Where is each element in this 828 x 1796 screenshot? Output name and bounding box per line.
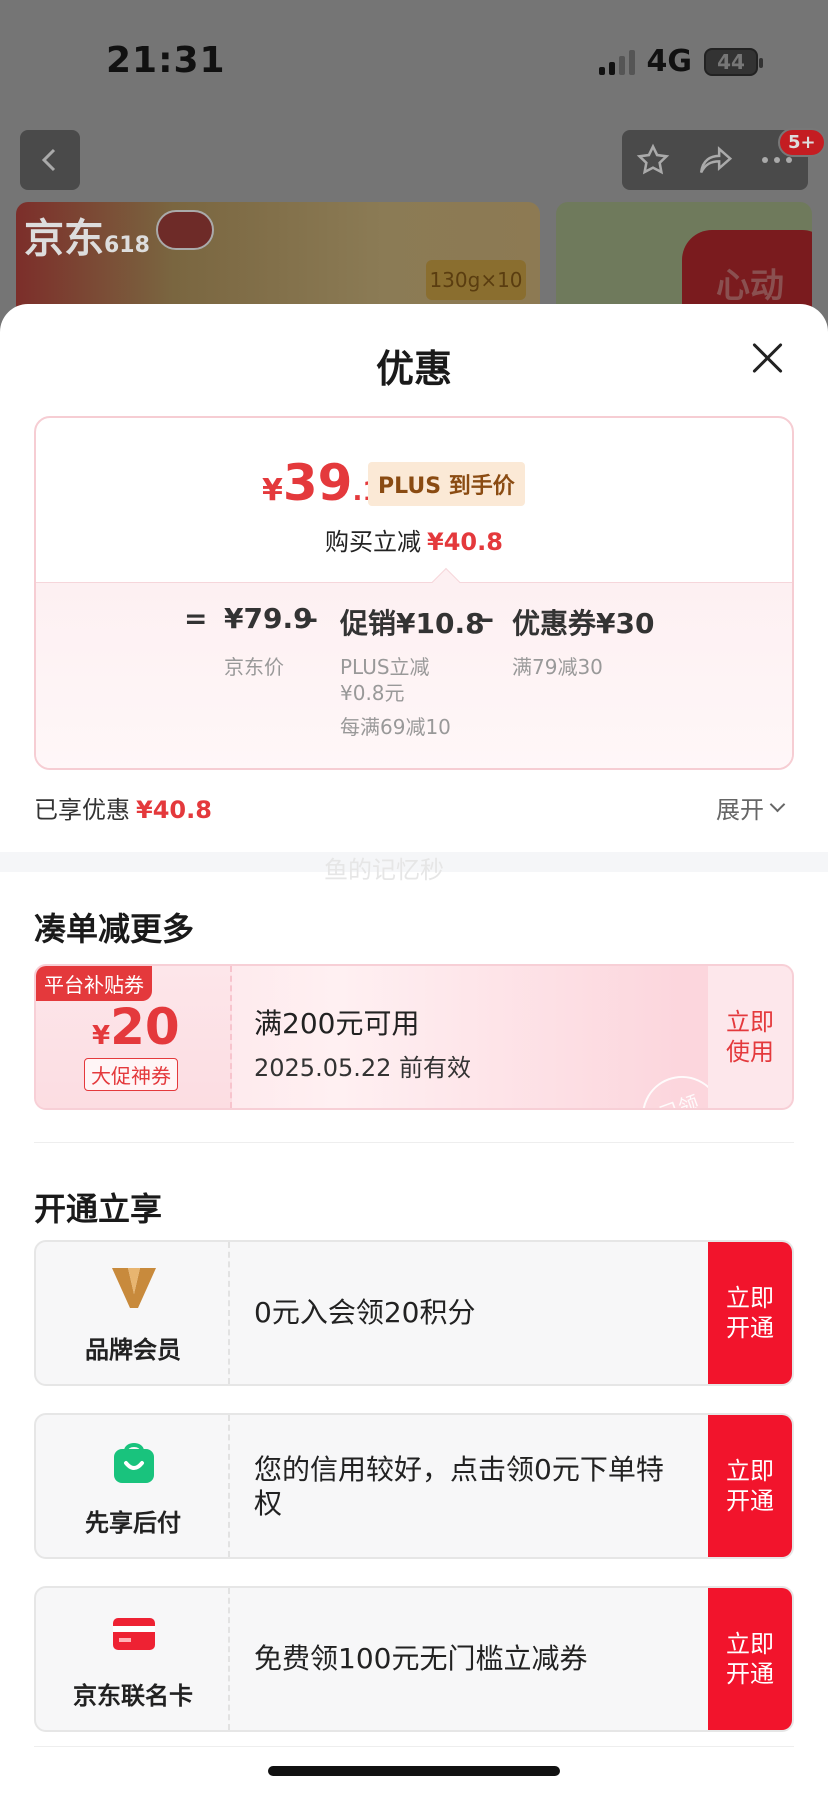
share-icon[interactable]: [697, 143, 733, 177]
package-size-label: 130g×10包: [426, 260, 526, 330]
promo-discount: 促销¥10.8: [340, 607, 485, 640]
plus-price-tag: PLUS 到手价: [368, 462, 525, 506]
divider: [34, 1746, 794, 1747]
promo-rule-detail: 每满69减10: [340, 715, 451, 739]
status-indicators: 4G 44: [598, 44, 763, 79]
chevron-left-icon: [41, 148, 56, 172]
membership-label: 品牌会员: [85, 1336, 181, 1364]
equals-sign: =: [184, 602, 208, 635]
use-coupon-button[interactable]: 立即 使用: [708, 966, 792, 1108]
instant-discount-line: 购买立减 ¥40.8: [325, 528, 503, 556]
membership-desc: 0元入会领20积分: [254, 1296, 476, 1329]
brand-v-icon: [112, 1268, 156, 1308]
jd-price: ¥79.9: [224, 602, 313, 635]
shopping-bag-icon: [114, 1443, 154, 1483]
bundle-section-title: 凑单减更多: [34, 910, 195, 948]
expand-toggle[interactable]: 展开: [716, 790, 786, 825]
brand-logo: [156, 210, 214, 250]
membership-card-brand: 品牌会员 0元入会领20积分 立即 开通: [34, 1240, 794, 1386]
minus-sign: –: [480, 602, 494, 635]
open-section-title: 开通立享: [34, 1190, 163, 1228]
status-time: 21:31: [106, 40, 226, 81]
membership-desc: 免费领100元无门槛立减券: [254, 1642, 588, 1675]
price-breakdown-card: ¥39.1 PLUS 到手价 购买立减 ¥40.8 = ¥79.9 – 促销¥10…: [34, 416, 794, 770]
back-button[interactable]: [20, 130, 80, 190]
minus-sign: –: [304, 602, 318, 635]
membership-card-credit: 京东联名卡 免费领100元无门槛立减券 立即 开通: [34, 1586, 794, 1732]
notification-badge: 5+: [778, 128, 826, 157]
expand-label: 展开: [716, 796, 764, 824]
membership-label: 先享后付: [85, 1509, 181, 1537]
product-page-background: 21:31 4G 44 5+ 京东618 130g×10包 心动: [0, 0, 828, 330]
chevron-down-icon: [769, 796, 786, 813]
platform-coupon-card: 平台补贴券 ¥20 大促神券 满200元可用 2025.05.22 前有效 已领…: [34, 964, 794, 1110]
activate-button[interactable]: 立即 开通: [708, 1415, 792, 1557]
activate-button[interactable]: 立即 开通: [708, 1242, 792, 1384]
discount-sheet: 优惠 ¥39.1 PLUS 到手价 购买立减 ¥40.8 = ¥79.9 – 促销…: [0, 304, 828, 1796]
coupon-tag: 大促神券: [84, 1058, 178, 1091]
divider: [34, 1142, 794, 1143]
watermark: 鱼的记忆秒: [324, 856, 444, 884]
battery-icon: 44: [704, 47, 763, 76]
coupon-ribbon: 平台补贴券: [36, 966, 152, 1001]
coupon-rule-detail: 满79减30: [512, 655, 603, 679]
banner-brand-text: 京东618: [24, 216, 150, 262]
network-type: 4G: [646, 44, 693, 79]
coupon-expiry: 2025.05.22 前有效: [254, 1054, 472, 1082]
membership-card-pay-later: 先享后付 您的信用较好，点击领0元下单特权 立即 开通: [34, 1413, 794, 1559]
coupon-condition: 满200元可用: [254, 1007, 420, 1040]
star-icon[interactable]: [636, 143, 670, 177]
jd-price-label: 京东价: [224, 655, 284, 679]
final-price: ¥39.1: [262, 454, 381, 512]
membership-desc: 您的信用较好，点击领0元下单特权: [254, 1453, 664, 1520]
battery-level: 44: [717, 49, 745, 74]
enjoyed-discount: 已享优惠 ¥40.8: [34, 796, 212, 824]
coupon-discount: 优惠券¥30: [512, 607, 655, 640]
signal-icon: [598, 49, 635, 75]
credit-card-icon: [113, 1618, 155, 1650]
close-button[interactable]: [746, 336, 790, 380]
plus-discount-detail: PLUS立减 ¥0.8元: [340, 655, 430, 705]
activate-button[interactable]: 立即 开通: [708, 1588, 792, 1730]
sheet-title: 优惠: [375, 347, 452, 391]
home-indicator[interactable]: [268, 1766, 560, 1776]
coupon-amount: ¥20: [92, 998, 180, 1056]
membership-label: 京东联名卡: [73, 1682, 193, 1710]
